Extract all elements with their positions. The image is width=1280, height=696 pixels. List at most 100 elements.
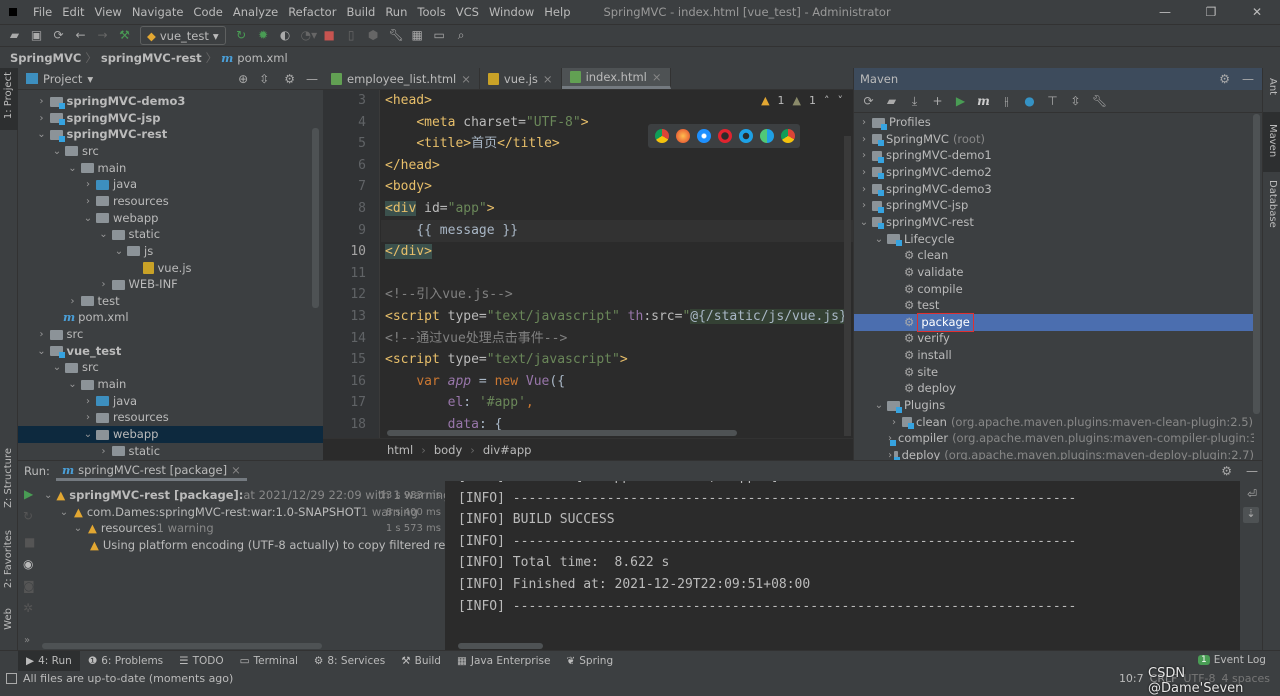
favorites-tool-button[interactable]: 2: Favorites — [3, 530, 14, 588]
search-icon[interactable]: ⌕ — [455, 29, 468, 42]
chevron-right-icon[interactable]: › — [67, 293, 79, 310]
sync-icon[interactable]: ⟳ — [52, 29, 65, 42]
chrome-icon[interactable] — [655, 129, 669, 143]
console-output[interactable]: [INFO] WEB-INF [webapp: /WEB-INF, mapped… — [445, 481, 1240, 651]
project-structure-icon[interactable]: ▦ — [411, 29, 424, 42]
ie-icon[interactable] — [739, 129, 753, 143]
safari-icon[interactable] — [697, 129, 711, 143]
rerun-icon[interactable]: ▶ — [24, 487, 33, 501]
editor-hscrollbar[interactable] — [387, 430, 737, 436]
chevron-down-icon[interactable]: ⌄ — [44, 487, 52, 504]
tool-tab-spring[interactable]: ❦ Spring — [558, 651, 621, 671]
tool-tab-build[interactable]: ⚒ Build — [393, 651, 449, 671]
project-tree-item[interactable]: ⌄ vue_test — [18, 343, 323, 360]
chevron-right-icon[interactable]: › — [888, 447, 892, 460]
close-tab-icon[interactable]: × — [231, 463, 241, 477]
crumb-module[interactable]: springMVC-rest — [101, 51, 202, 65]
tool-tab-run[interactable]: ▶ 4: Run — [18, 650, 80, 671]
build-hammer-icon[interactable]: ⚒ — [118, 29, 131, 42]
maven-tree-item[interactable]: › compiler (org.apache.maven.plugins:maven… — [854, 430, 1254, 447]
chevron-right-icon[interactable]: › — [82, 176, 94, 193]
chevron-down-icon[interactable]: ⌄ — [873, 231, 885, 248]
maven-tool-button[interactable]: Maven — [1267, 124, 1278, 157]
hide-icon[interactable]: — — [1246, 464, 1258, 478]
tab-vue-js[interactable]: vue.js × — [480, 68, 562, 89]
crumb-div[interactable]: div#app — [483, 443, 532, 457]
attach-icon[interactable]: ▯ — [345, 29, 358, 42]
project-tool-button[interactable]: 1: Project — [3, 72, 14, 119]
menu-build[interactable]: Build — [341, 5, 380, 19]
debug-icon[interactable]: ✹ — [257, 29, 270, 42]
chevron-right-icon[interactable]: › — [858, 147, 870, 164]
maven-tree-item[interactable]: › springMVC-demo2 — [854, 164, 1254, 181]
maven-tree-item[interactable]: › springMVC-demo1 — [854, 147, 1254, 164]
code-line[interactable]: <title>首页</title> — [385, 133, 559, 155]
run-tree-item[interactable]: ▲ Using platform encoding (UTF-8 actually… — [40, 537, 445, 554]
run-tree-hscrollbar[interactable] — [42, 643, 322, 649]
maven-tree-item[interactable]: ⚙ package — [854, 312, 1254, 332]
project-tree-item[interactable]: m pom.xml — [18, 309, 323, 326]
chevron-down-icon[interactable]: ⌄ — [113, 243, 125, 260]
terminal-icon[interactable]: ▭ — [433, 29, 446, 42]
code-line[interactable]: <head> — [385, 90, 432, 112]
maven-tree-item[interactable]: ⚙ test — [854, 297, 1254, 314]
more-icon[interactable]: » — [24, 635, 30, 646]
code-line[interactable]: </div> — [385, 241, 432, 263]
project-tree-item[interactable]: › springMVC-jsp — [18, 110, 323, 127]
menu-vcs[interactable]: VCS — [451, 5, 484, 19]
tool-tab-javaenterprise[interactable]: ▦ Java Enterprise — [449, 651, 558, 671]
chevron-right-icon[interactable]: › — [858, 197, 870, 214]
firefox-icon[interactable] — [676, 129, 690, 143]
maven-tree-item[interactable]: › SpringMVC (root) — [854, 131, 1254, 148]
code-line[interactable]: {{ message }} — [385, 220, 518, 242]
tab-index-html[interactable]: index.html × — [561, 68, 671, 89]
bug-icon[interactable]: ✲ — [23, 601, 33, 615]
code-line[interactable]: <!--引入vue.js--> — [385, 284, 513, 306]
eye-icon[interactable]: ◉ — [23, 557, 33, 571]
project-tree-item[interactable]: › static — [18, 443, 323, 460]
maven-tree-item[interactable]: ⌄ Plugins — [854, 397, 1254, 414]
settings-gear-icon[interactable]: ⚙ — [1221, 464, 1232, 478]
minimize-button[interactable]: — — [1142, 0, 1188, 24]
soft-wrap-icon[interactable]: ⏎ — [1247, 487, 1257, 501]
code-line[interactable]: <body> — [385, 176, 432, 198]
crumb-html[interactable]: html — [387, 443, 413, 457]
menu-refactor[interactable]: Refactor — [283, 5, 341, 19]
code-line[interactable]: <!--通过vue处理点击事件--> — [385, 328, 567, 350]
code-line[interactable]: <div id="app"> — [385, 198, 495, 220]
chevron-right-icon[interactable]: › — [858, 131, 870, 148]
chevron-down-icon[interactable]: ⌄ — [36, 126, 48, 143]
ant-tool-button[interactable]: Ant — [1267, 78, 1278, 95]
chevron-right-icon[interactable]: › — [36, 326, 48, 343]
project-tree-item[interactable]: ⌄ webapp — [18, 210, 323, 227]
menu-analyze[interactable]: Analyze — [228, 5, 283, 19]
run-tree-item[interactable]: ⌄ ▲ com.Dames:springMVC-rest:war:1.0-SNAPS… — [40, 504, 445, 521]
crumb-project[interactable]: SpringMVC — [10, 51, 81, 65]
stop-icon[interactable]: ■ — [24, 535, 35, 549]
maven-tree-item[interactable]: ⚙ compile — [854, 281, 1254, 298]
chevron-right-icon[interactable]: › — [82, 409, 94, 426]
project-tree-item[interactable]: ⌄ main — [18, 160, 323, 177]
status-toggle-icon[interactable] — [6, 672, 17, 684]
maven-tree-item[interactable]: ⌄ springMVC-rest — [854, 214, 1254, 231]
tool-tab-services[interactable]: ⚙ 8: Services — [306, 651, 393, 671]
chevron-right-icon[interactable]: › — [98, 443, 110, 460]
run-tab[interactable]: m springMVC-rest [package] × — [55, 461, 247, 481]
menu-navigate[interactable]: Navigate — [127, 5, 189, 19]
maven-tree-item[interactable]: ⚙ install — [854, 347, 1254, 364]
chevron-down-icon[interactable]: ⌄ — [72, 520, 84, 537]
run-config-select[interactable]: ◆ vue_test ▾ — [140, 26, 226, 45]
project-tree-item[interactable]: › src — [18, 326, 323, 343]
coverage-icon[interactable]: ◐ — [279, 29, 292, 42]
menu-window[interactable]: Window — [484, 5, 539, 19]
maven-tree-item[interactable]: ⚙ clean — [854, 247, 1254, 264]
chevron-down-icon[interactable]: ⌄ — [98, 226, 110, 243]
chevron-down-icon[interactable]: ⌄ — [67, 376, 79, 393]
maven-tree-item[interactable]: › springMVC-demo3 — [854, 181, 1254, 198]
crumb-file[interactable]: pom.xml — [237, 51, 287, 65]
maven-tree-item[interactable]: ⚙ validate — [854, 264, 1254, 281]
project-tree-item[interactable]: ⌄ js — [18, 243, 323, 260]
code-line[interactable]: el: '#app', — [385, 392, 534, 414]
rerun-icon[interactable]: ↻ — [235, 29, 248, 42]
menu-help[interactable]: Help — [539, 5, 575, 19]
